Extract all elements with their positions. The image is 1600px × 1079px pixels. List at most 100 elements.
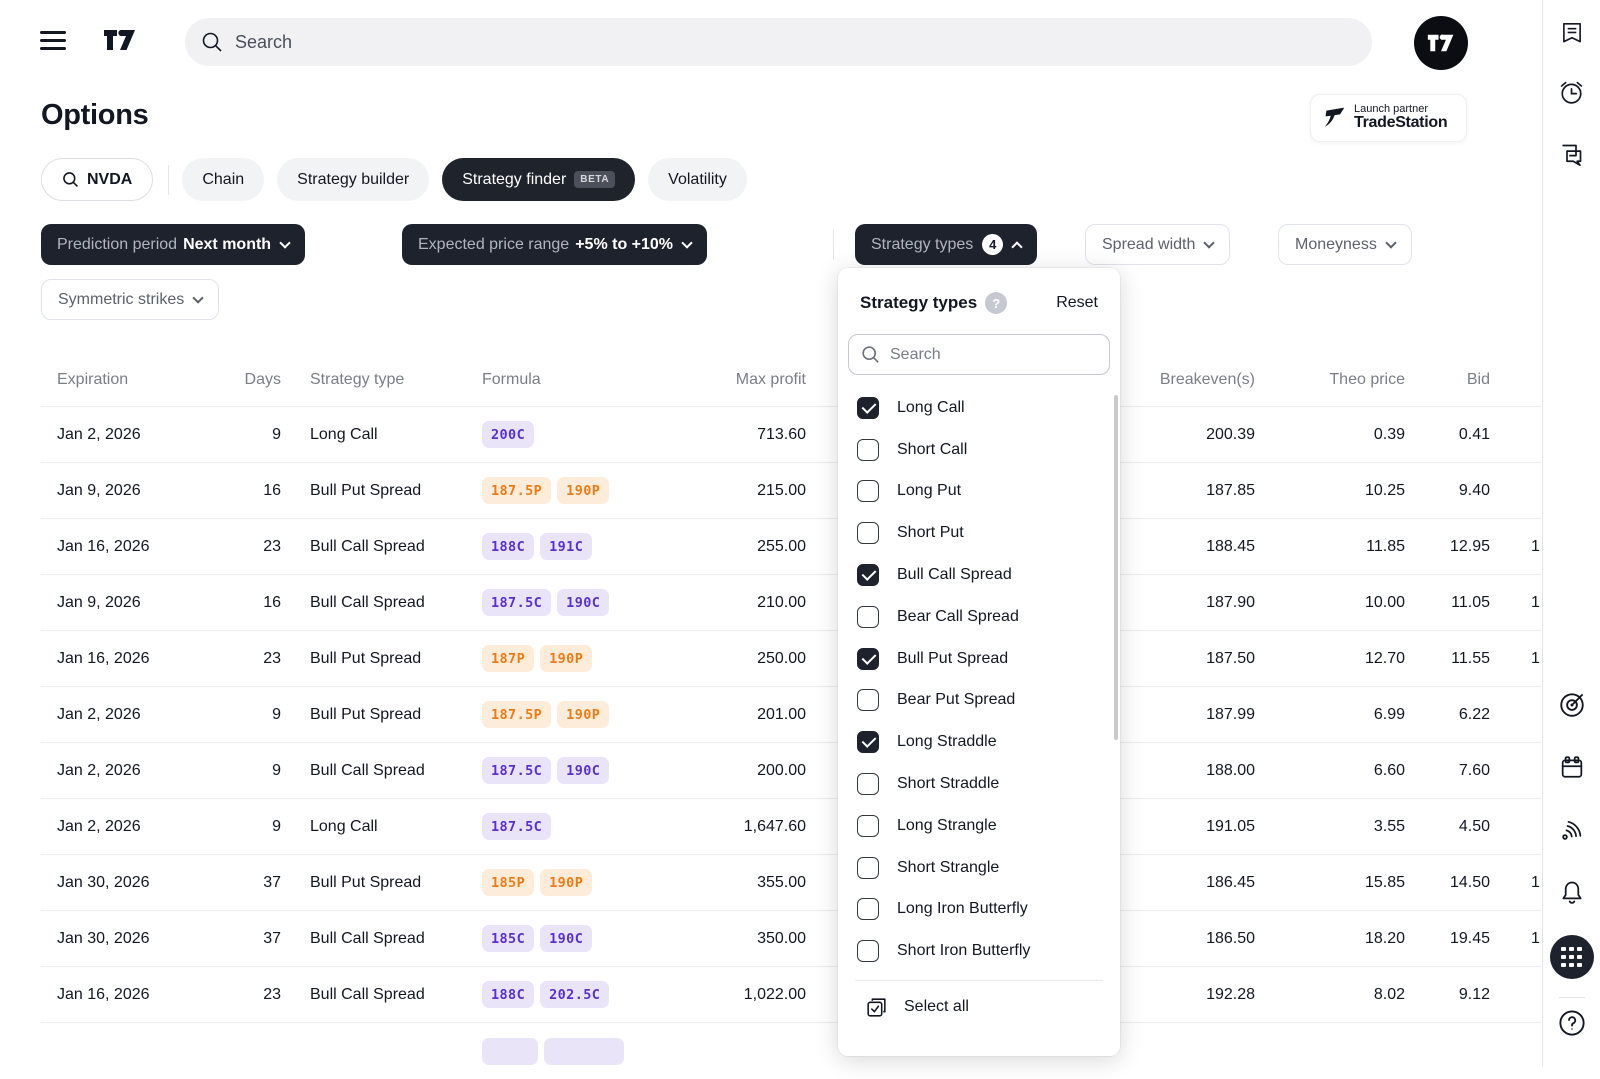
strategy-types-filter[interactable]: Strategy types 4	[855, 224, 1038, 265]
bid-cell: 9.40	[1458, 481, 1490, 499]
formula-leg-badge	[544, 1037, 624, 1065]
checkbox[interactable]	[857, 856, 879, 879]
strategy-type-option[interactable]: Short Call	[838, 429, 1120, 471]
price-range-filter[interactable]: Expected price range +5% to +10%	[402, 224, 708, 265]
checkbox[interactable]	[857, 773, 879, 796]
select-all-icon	[867, 998, 886, 1017]
user-avatar[interactable]	[1414, 16, 1468, 70]
bid-cell: 9.12	[1458, 985, 1490, 1003]
strategy-type-option[interactable]: Bear Put Spread	[838, 680, 1120, 722]
strategy-type-option[interactable]: Long Straddle	[838, 721, 1120, 763]
checkbox[interactable]	[857, 480, 879, 503]
tradingview-logo[interactable]	[103, 28, 137, 57]
alarm-clock-icon[interactable]	[1557, 77, 1587, 107]
tab-strategy-builder[interactable]: Strategy builder	[277, 158, 430, 201]
global-search-input[interactable]	[235, 31, 1289, 53]
apps-grid-icon[interactable]	[1549, 935, 1594, 979]
checkbox[interactable]	[857, 564, 879, 587]
table-row[interactable]: Jan 2, 2026 9 Long Call 187.5C 1,647.60 …	[41, 799, 1542, 855]
tradestation-logo-icon	[1324, 107, 1345, 127]
page-title: Options	[41, 99, 149, 131]
search-icon	[862, 346, 879, 363]
checkbox[interactable]	[857, 731, 879, 754]
checkbox[interactable]	[857, 605, 879, 628]
tab-volatility[interactable]: Volatility	[648, 158, 747, 201]
global-search[interactable]	[185, 18, 1372, 66]
theo-price-cell: 10.00	[1364, 593, 1405, 611]
tab-chain[interactable]: Chain	[182, 158, 265, 201]
checkbox[interactable]	[857, 940, 879, 963]
strategy-type-option[interactable]: Bear Call Spread	[838, 596, 1120, 638]
symbol-search-button[interactable]: NVDA	[41, 158, 154, 201]
calendar-icon[interactable]	[1557, 753, 1587, 783]
table-row[interactable]: Jan 16, 2026 23 Bull Put Spread 187P 190P…	[41, 631, 1542, 687]
symmetric-strikes-filter[interactable]: Symmetric strikes	[41, 279, 220, 320]
filters-divider	[833, 230, 834, 260]
table-row[interactable]: Jan 2, 2026 9 Bull Put Spread 187.5P 190P…	[41, 687, 1542, 743]
table-row-partial[interactable]	[41, 1023, 1542, 1079]
dropdown-search-input[interactable]	[890, 345, 1090, 364]
option-label: Long Straddle	[897, 733, 997, 751]
strategy-type-option[interactable]: Long Call	[838, 387, 1120, 429]
strategy-type-option[interactable]: Short Straddle	[838, 763, 1120, 805]
checkbox[interactable]	[857, 898, 879, 921]
strategy-type-option[interactable]: Long Put	[838, 471, 1120, 513]
strategy-type-cell: Bull Call Spread	[310, 537, 425, 555]
theo-price-cell: 8.02	[1373, 985, 1405, 1003]
strategy-type-option[interactable]: Bull Call Spread	[838, 554, 1120, 596]
menu-icon[interactable]	[40, 31, 66, 53]
tab-strategy-finder[interactable]: Strategy finder BETA	[442, 158, 636, 201]
help-icon[interactable]	[1557, 1008, 1587, 1038]
strategy-type-cell: Bull Call Spread	[310, 985, 425, 1003]
checkbox[interactable]	[857, 438, 879, 461]
strategy-type-cell: Bull Call Spread	[310, 593, 425, 611]
formula-leg-badge: 190C	[557, 757, 610, 784]
strategy-type-option[interactable]: Short Iron Butterfly	[838, 930, 1120, 972]
option-label: Long Put	[897, 482, 962, 500]
table-row[interactable]: Jan 30, 2026 37 Bull Call Spread 185C 190…	[41, 911, 1542, 967]
dropdown-search[interactable]	[848, 334, 1110, 375]
chat-icon[interactable]	[1557, 139, 1587, 169]
table-row[interactable]: Jan 9, 2026 16 Bull Put Spread 187.5P 190…	[41, 463, 1542, 519]
table-row[interactable]: Jan 9, 2026 16 Bull Call Spread 187.5C 19…	[41, 575, 1542, 631]
dropdown-title: Strategy types	[860, 293, 978, 312]
strategy-type-option[interactable]: Long Iron Butterfly	[838, 889, 1120, 931]
table-row[interactable]: Jan 16, 2026 23 Bull Call Spread 188C 191…	[41, 519, 1542, 575]
prediction-period-filter[interactable]: Prediction period Next month	[41, 224, 306, 265]
expiration-cell: Jan 2, 2026	[57, 817, 141, 835]
help-circle-icon[interactable]: ?	[985, 292, 1008, 314]
checkbox[interactable]	[857, 647, 879, 670]
strategy-type-option[interactable]: Short Strangle	[838, 847, 1120, 889]
table-row[interactable]: Jan 30, 2026 37 Bull Put Spread 185P 190P…	[41, 855, 1542, 911]
strategy-type-option[interactable]: Short Put	[838, 512, 1120, 554]
checkbox[interactable]	[857, 396, 879, 419]
ask-cell-clipped: 1	[1531, 593, 1540, 611]
select-all-button[interactable]: Select all	[838, 981, 1120, 1033]
table-row[interactable]: Jan 2, 2026 9 Bull Call Spread 187.5C 190…	[41, 743, 1542, 799]
table-row[interactable]: Jan 2, 2026 9 Long Call 200C 713.60 200.…	[41, 407, 1542, 463]
formula-leg-badge: 185C	[482, 925, 535, 952]
bid-cell: 4.50	[1458, 817, 1490, 835]
strategy-type-cell: Bull Put Spread	[310, 705, 422, 723]
checkbox[interactable]	[857, 522, 879, 545]
news-icon[interactable]	[1557, 18, 1587, 48]
formula-leg-badge: 190P	[540, 645, 593, 672]
moneyness-filter[interactable]: Moneyness	[1278, 224, 1412, 265]
partner-badge[interactable]: Launch partner TradeStation	[1310, 94, 1467, 142]
formula-leg-badge: 188C	[482, 981, 535, 1008]
strategy-type-option[interactable]: Long Strangle	[838, 805, 1120, 847]
bell-icon[interactable]	[1557, 878, 1587, 908]
signal-icon[interactable]	[1557, 815, 1587, 845]
checkbox[interactable]	[857, 689, 879, 712]
target-icon[interactable]	[1557, 690, 1587, 720]
formula-cell: 188C 202.5C	[460, 981, 640, 1008]
table-row[interactable]: Jan 16, 2026 23 Bull Call Spread 188C 202…	[41, 967, 1542, 1023]
strategies-table: Expiration Days Strategy type Formula Ma…	[41, 353, 1542, 1079]
reset-button[interactable]: Reset	[1056, 294, 1098, 312]
formula-leg-badge: 190P	[557, 477, 610, 504]
strategy-type-option[interactable]: Bull Put Spread	[838, 638, 1120, 680]
dropdown-scrollbar[interactable]	[1114, 395, 1118, 740]
spread-width-filter[interactable]: Spread width	[1085, 224, 1231, 265]
checkbox[interactable]	[857, 814, 879, 837]
formula-cell: 187.5P 190P	[460, 701, 640, 728]
